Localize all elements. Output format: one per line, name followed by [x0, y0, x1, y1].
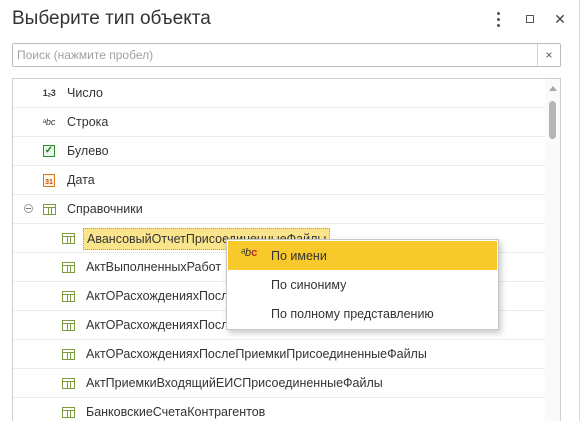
- sort-context-menu: ᵃbc По имени По синониму По полному пред…: [226, 239, 499, 330]
- catalog-table-icon: [61, 377, 75, 389]
- collapse-icon[interactable]: [24, 204, 33, 213]
- tree-item-catalog[interactable]: АктОРасхожденияхПослеПриемкиПрисоединенн…: [13, 340, 546, 369]
- tree-group-catalogs[interactable]: Справочники: [13, 195, 546, 224]
- catalog-table-icon: [61, 290, 75, 302]
- tree-item-catalog[interactable]: АктПриемкиВходящийЕИСПрисоединенныеФайлы: [13, 369, 546, 398]
- menu-item-by-synonym[interactable]: По синониму: [228, 270, 497, 299]
- tree-item-label: АктПриемкиВходящийЕИСПрисоединенныеФайлы: [86, 376, 383, 390]
- sort-by-name-icon: ᵃbc: [241, 247, 258, 259]
- menu-item-by-name[interactable]: ᵃbc По имени: [228, 241, 497, 270]
- boolean-type-icon: ✓: [43, 145, 55, 157]
- close-icon: ✕: [554, 10, 566, 27]
- number-type-icon: 1₂3: [42, 88, 56, 98]
- menu-item-label: По имени: [271, 249, 327, 263]
- close-button[interactable]: ✕: [549, 8, 571, 30]
- catalog-table-icon: [61, 261, 75, 273]
- tree-item-label: Дата: [67, 173, 95, 187]
- tree-item-label: БанковскиеСчетаКонтрагентов: [86, 405, 266, 419]
- tree-item-label: Булево: [67, 144, 109, 158]
- tree-item-label: АктВыполненныхРабот: [86, 260, 222, 274]
- vertical-dots-icon: [496, 11, 500, 27]
- menu-item-by-full-representation[interactable]: По полному представлению: [228, 299, 497, 328]
- catalog-table-icon: [61, 348, 75, 360]
- tree-item-label: АктОРасхожденияхПосле: [86, 318, 236, 332]
- catalog-table-icon: [61, 406, 75, 418]
- menu-item-label: По полному представлению: [271, 307, 434, 321]
- catalog-table-icon: [61, 232, 75, 244]
- select-type-dialog: Выберите тип объекта ✕ × 1₂3 Число ᵃbc С…: [0, 0, 580, 421]
- tree-item-number[interactable]: 1₂3 Число: [13, 79, 546, 108]
- vertical-scrollbar[interactable]: [545, 79, 560, 421]
- tree-item-date[interactable]: 31 Дата: [13, 166, 546, 195]
- clear-icon: ×: [545, 48, 553, 62]
- clear-search-button[interactable]: ×: [537, 44, 560, 66]
- tree-item-label: АктОРасхожденияхПосле: [86, 289, 236, 303]
- tree-item-label: Строка: [67, 115, 109, 129]
- tree-item-string[interactable]: ᵃbc Строка: [13, 108, 546, 137]
- menu-item-label: По синониму: [271, 278, 347, 292]
- date-type-icon: 31: [43, 173, 55, 187]
- catalog-table-icon: [42, 203, 56, 215]
- search-box: ×: [12, 43, 561, 67]
- maximize-button[interactable]: [519, 8, 541, 30]
- dialog-title: Выберите тип объекта: [12, 8, 211, 29]
- catalog-table-icon: [61, 319, 75, 331]
- tree-item-catalog[interactable]: БанковскиеСчетаКонтрагентов: [13, 398, 546, 421]
- tree-group-label: Справочники: [67, 202, 143, 216]
- tree-item-label: АктОРасхожденияхПослеПриемкиПрисоединенн…: [86, 347, 427, 361]
- string-type-icon: ᵃbc: [42, 117, 56, 127]
- search-input[interactable]: [13, 44, 538, 66]
- tree-item-boolean[interactable]: ✓ Булево: [13, 137, 546, 166]
- scrollbar-thumb[interactable]: [549, 101, 556, 139]
- scroll-up-icon[interactable]: [549, 86, 557, 91]
- more-actions-button[interactable]: [487, 8, 509, 30]
- maximize-icon: [526, 15, 534, 23]
- tree-item-label: Число: [67, 86, 103, 100]
